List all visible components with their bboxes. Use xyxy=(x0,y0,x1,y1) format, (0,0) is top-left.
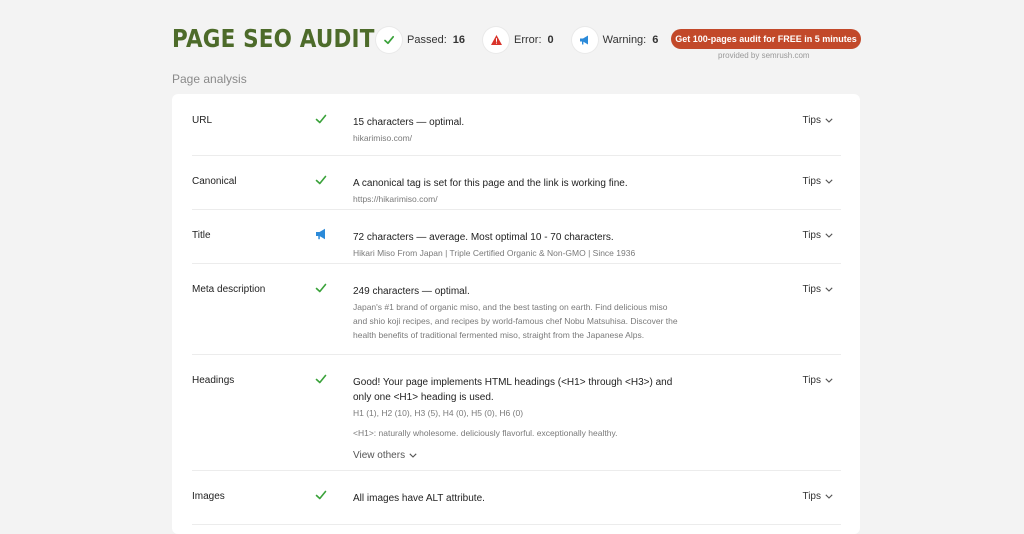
page-title: PAGE SEO AUDIT xyxy=(172,24,375,53)
row-sub-text: Hikari Miso From Japan | Triple Certifie… xyxy=(353,248,636,258)
chevron-down-icon xyxy=(825,491,833,502)
check-icon xyxy=(314,372,330,388)
row-content: A canonical tag is set for this page and… xyxy=(353,176,693,206)
row-label: URL xyxy=(192,115,213,126)
row-content: 15 characters — optimal. hikarimiso.com/ xyxy=(353,115,693,145)
free-audit-button[interactable]: Get 100-pages audit for FREE in 5 minute… xyxy=(671,29,861,49)
analysis-row-url: URL 15 characters — optimal. hikarimiso.… xyxy=(192,94,841,156)
row-content: 249 characters — optimal. Japan's #1 bra… xyxy=(353,284,693,342)
row-label: Headings xyxy=(192,375,235,386)
chevron-down-icon xyxy=(825,115,833,126)
chevron-down-icon xyxy=(825,230,833,241)
row-main-text: All images have ALT attribute. xyxy=(353,493,485,504)
row-sub-text: Japan's #1 brand of organic miso, and th… xyxy=(353,302,678,340)
stat-warning-value: 6 xyxy=(652,34,659,46)
tips-label: Tips xyxy=(802,230,821,241)
megaphone-icon xyxy=(571,27,598,53)
tips-toggle[interactable]: Tips xyxy=(802,375,833,386)
check-icon xyxy=(314,112,330,128)
stat-warning: Warning: 6 xyxy=(571,27,659,53)
tips-label: Tips xyxy=(802,115,821,126)
row-content: All images have ALT attribute. xyxy=(353,491,693,506)
section-title: Page analysis xyxy=(172,72,247,86)
view-others-label: View others xyxy=(353,450,406,461)
view-others-link[interactable]: View others xyxy=(353,450,693,461)
tips-label: Tips xyxy=(802,176,821,187)
analysis-row-headings: Headings Good! Your page implements HTML… xyxy=(192,354,841,471)
tips-toggle[interactable]: Tips xyxy=(802,284,833,295)
tips-toggle[interactable]: Tips xyxy=(802,230,833,241)
stat-passed-value: 16 xyxy=(452,34,465,46)
row-sub-text: hikarimiso.com/ xyxy=(353,133,413,143)
stat-passed: Passed: 16 xyxy=(376,27,465,53)
chevron-down-icon xyxy=(825,375,833,386)
h1-text: <H1>: naturally wholesome. deliciously f… xyxy=(353,428,618,438)
stat-passed-label: Passed: xyxy=(407,34,447,46)
tips-label: Tips xyxy=(802,491,821,502)
heading-counts: H1 (1), H2 (10), H3 (5), H4 (0), H5 (0),… xyxy=(353,408,524,418)
check-icon xyxy=(376,27,402,53)
tips-toggle[interactable]: Tips xyxy=(802,491,833,502)
chevron-down-icon xyxy=(825,176,833,187)
chevron-down-icon xyxy=(409,450,417,461)
row-main-text: A canonical tag is set for this page and… xyxy=(353,178,628,189)
row-sub-text: https://hikarimiso.com/ xyxy=(353,194,438,204)
provided-by-text: provided by semrush.com xyxy=(718,51,810,60)
analysis-card: URL 15 characters — optimal. hikarimiso.… xyxy=(172,94,860,534)
stat-error: Error: 0 xyxy=(483,27,554,53)
chevron-down-icon xyxy=(825,284,833,295)
check-icon xyxy=(314,173,330,189)
row-label: Canonical xyxy=(192,176,237,187)
error-triangle-icon xyxy=(483,27,509,53)
row-main-text: 72 characters — average. Most optimal 10… xyxy=(353,232,614,243)
stat-error-value: 0 xyxy=(547,34,554,46)
row-label: Title xyxy=(192,230,211,241)
row-content: Good! Your page implements HTML headings… xyxy=(353,375,693,461)
megaphone-icon xyxy=(314,227,330,243)
stat-warning-label: Warning: xyxy=(602,34,647,46)
audit-stats: Passed: 16 Error: 0 Warning: 6 xyxy=(376,27,676,53)
analysis-row-images: Images All images have ALT attribute. Ti… xyxy=(192,470,841,525)
check-icon xyxy=(314,281,330,297)
tips-toggle[interactable]: Tips xyxy=(802,115,833,126)
check-icon xyxy=(314,488,330,504)
analysis-row-canonical: Canonical A canonical tag is set for thi… xyxy=(192,155,841,210)
analysis-row-title: Title 72 characters — average. Most opti… xyxy=(192,209,841,264)
tips-toggle[interactable]: Tips xyxy=(802,176,833,187)
row-main-text: 249 characters — optimal. xyxy=(353,286,470,297)
row-main-text: 15 characters — optimal. xyxy=(353,117,465,128)
row-content: 72 characters — average. Most optimal 10… xyxy=(353,230,693,260)
stat-error-label: Error: xyxy=(514,34,542,46)
row-main-text: Good! Your page implements HTML headings… xyxy=(353,377,673,403)
analysis-row-meta-description: Meta description 249 characters — optima… xyxy=(192,263,841,355)
tips-label: Tips xyxy=(802,284,821,295)
tips-label: Tips xyxy=(802,375,821,386)
row-label: Meta description xyxy=(192,284,266,295)
row-label: Images xyxy=(192,491,225,502)
